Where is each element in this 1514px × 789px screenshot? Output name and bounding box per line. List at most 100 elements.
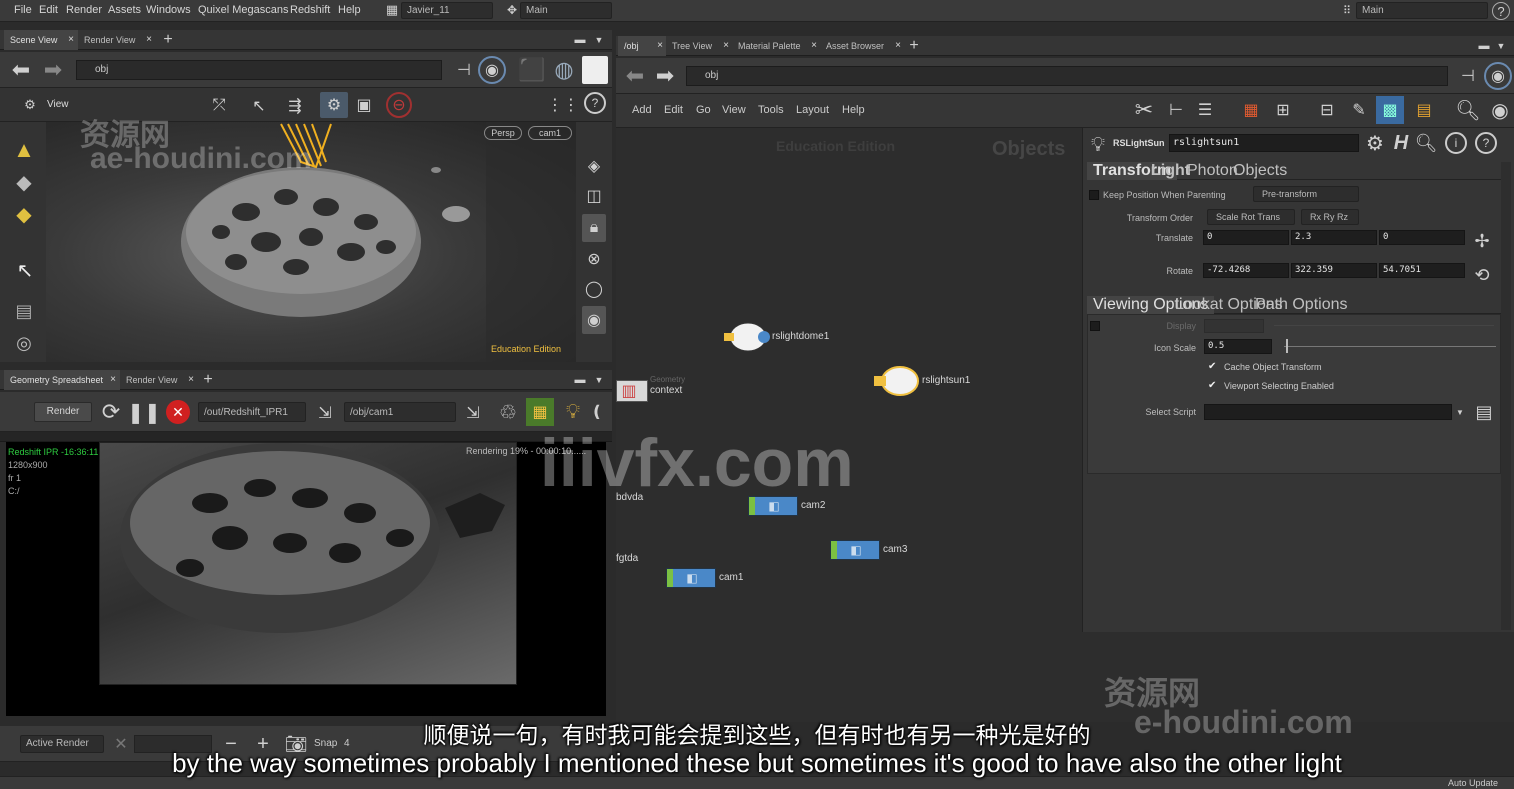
- pointer-icon[interactable]: ↖: [12, 256, 38, 284]
- transform-tool-icon[interactable]: ⇶: [282, 94, 308, 118]
- back-arrow-icon[interactable]: ⬅: [622, 63, 648, 88]
- pane-layout-icon[interactable]: ▬: [572, 372, 588, 388]
- back-arrow-icon[interactable]: ⬅: [8, 57, 34, 82]
- tab-scene-view[interactable]: Scene View ×: [4, 30, 78, 50]
- camera-path-dropdown[interactable]: /obj/cam1: [344, 402, 456, 422]
- close-icon[interactable]: ×: [723, 36, 729, 56]
- net-menu-layout[interactable]: Layout: [796, 104, 829, 116]
- close-icon[interactable]: ×: [68, 30, 74, 50]
- add-tab-icon[interactable]: +: [906, 37, 922, 55]
- gear-icon[interactable]: ⚙: [1363, 130, 1387, 156]
- net-menu-tools[interactable]: Tools: [758, 104, 784, 116]
- translate-y-field[interactable]: 2.3: [1291, 230, 1377, 245]
- tab-geometry-spreadsheet[interactable]: Geometry Spreadsheet ×: [4, 370, 120, 390]
- scene-path-field[interactable]: obj: [76, 60, 442, 80]
- tab-render-view-2[interactable]: Render View ×: [120, 370, 198, 390]
- grid-view-icon[interactable]: ⊞: [1270, 96, 1296, 124]
- net-menu-add[interactable]: Add: [632, 104, 652, 116]
- tab-asset-browser[interactable]: Asset Browser ×: [820, 36, 904, 56]
- persp-menu[interactable]: Persp: [484, 126, 522, 140]
- main-dropdown[interactable]: Main: [520, 2, 612, 19]
- display-field[interactable]: [1204, 319, 1264, 333]
- check-icon[interactable]: ✔: [1208, 380, 1216, 391]
- display-slider-track[interactable]: [1274, 325, 1494, 326]
- close-icon[interactable]: ×: [811, 36, 817, 56]
- close-icon[interactable]: ×: [895, 36, 901, 56]
- ghost-icon[interactable]: ◫: [582, 184, 606, 208]
- tab-objects[interactable]: Objects: [1227, 162, 1293, 180]
- rop-path-dropdown[interactable]: /out/Redshift_IPR1: [198, 402, 306, 422]
- pane-layout-icon[interactable]: ▬: [1476, 38, 1492, 54]
- eye-icon[interactable]: ◉: [1486, 96, 1514, 124]
- close-icon[interactable]: ×: [146, 30, 152, 50]
- node-cam1[interactable]: ◧: [666, 568, 716, 588]
- menu-redshift[interactable]: Redshift: [290, 4, 330, 16]
- close-icon[interactable]: ×: [110, 370, 116, 390]
- pick-icon[interactable]: ⇲: [460, 400, 486, 426]
- help-icon[interactable]: ?: [584, 92, 606, 114]
- image-icon[interactable]: ▩: [1376, 96, 1404, 124]
- check-icon[interactable]: ✔: [1208, 361, 1216, 372]
- net-menu-edit[interactable]: Edit: [664, 104, 683, 116]
- layers-icon[interactable]: ▤: [10, 298, 38, 324]
- pin-icon[interactable]: ⊣: [1456, 64, 1480, 88]
- chevron-down-icon[interactable]: ▼: [1454, 404, 1466, 420]
- camera-menu[interactable]: cam1: [528, 126, 572, 140]
- forward-arrow-icon[interactable]: ➡: [652, 63, 678, 88]
- icon-scale-slider-handle[interactable]: [1286, 339, 1288, 353]
- node-rslightsun1[interactable]: [874, 364, 920, 398]
- node-context[interactable]: ▥: [616, 380, 648, 402]
- menu-render[interactable]: Render: [66, 4, 102, 16]
- menu-windows[interactable]: Windows: [146, 4, 191, 16]
- radial-icon[interactable]: ◉: [1484, 62, 1512, 90]
- translate-z-field[interactable]: 0: [1379, 230, 1465, 245]
- menu-help[interactable]: Help: [338, 4, 361, 16]
- snap-grid-icon[interactable]: ⋮⋮: [547, 94, 579, 116]
- menu-file[interactable]: File: [14, 4, 32, 16]
- headlight-icon[interactable]: ◉: [582, 306, 606, 334]
- more-icon[interactable]: ❪: [590, 398, 604, 426]
- display-icon[interactable]: ▣: [352, 94, 376, 116]
- close-icon[interactable]: ×: [188, 370, 194, 390]
- rotate-y-field[interactable]: 322.359: [1291, 263, 1377, 278]
- pin-icon[interactable]: ⊣: [452, 58, 476, 82]
- menu-assets[interactable]: Assets: [108, 4, 141, 16]
- auto-update-label[interactable]: Auto Update: [1448, 778, 1498, 788]
- recycle-icon[interactable]: ♲: [494, 398, 522, 426]
- white-square-icon[interactable]: [582, 56, 608, 84]
- color-grid-icon[interactable]: ▦: [1238, 96, 1264, 124]
- rotate-handle-icon[interactable]: ⟲: [1467, 262, 1497, 288]
- param-scrollbar[interactable]: [1501, 162, 1511, 630]
- pause-icon[interactable]: ❚❚: [127, 398, 161, 426]
- render-button[interactable]: Render: [34, 402, 92, 422]
- file-chooser-icon[interactable]: ▤: [1472, 399, 1496, 425]
- net-menu-help[interactable]: Help: [842, 104, 865, 116]
- tab-tree-view[interactable]: Tree View ×: [666, 36, 732, 56]
- add-tab-icon[interactable]: +: [160, 31, 176, 49]
- move-tool-icon[interactable]: ↖: [246, 94, 272, 118]
- rotate-x-field[interactable]: -72.4268: [1203, 263, 1289, 278]
- refresh-icon[interactable]: ⟳: [98, 398, 124, 426]
- tree-icon[interactable]: ⊢: [1164, 96, 1188, 124]
- cube-icon[interactable]: ⬛: [518, 56, 546, 84]
- box-icon[interactable]: ▤: [1410, 96, 1438, 124]
- translate-x-field[interactable]: 0: [1203, 230, 1289, 245]
- pre-transform-dropdown[interactable]: Pre-transform: [1253, 186, 1359, 202]
- chevron-down-icon[interactable]: ▼: [592, 32, 606, 48]
- light-off-icon[interactable]: ⊗: [582, 246, 606, 272]
- light-bulb-icon[interactable]: 💡︎: [560, 398, 586, 426]
- rotate-order-dropdown[interactable]: Rx Ry Rz: [1301, 209, 1359, 225]
- subtab-path-options[interactable]: Path Options: [1249, 296, 1354, 314]
- icon-scale-field[interactable]: 0.5: [1204, 339, 1272, 354]
- net-menu-go[interactable]: Go: [696, 104, 711, 116]
- forward-arrow-icon[interactable]: ➡: [40, 57, 66, 82]
- menu-quixel[interactable]: Quixel Megascans: [198, 4, 289, 16]
- pane-layout-icon[interactable]: ▬: [572, 32, 588, 48]
- tools-icon[interactable]: ✂: [1130, 96, 1158, 124]
- network-path-field[interactable]: obj: [686, 66, 1448, 86]
- handle-tool-icon[interactable]: ⚙: [320, 92, 348, 118]
- bulb-icon[interactable]: ◯: [582, 276, 606, 302]
- help-icon[interactable]: ?: [1475, 132, 1497, 154]
- close-icon[interactable]: ×: [657, 36, 663, 56]
- layout-icon[interactable]: ⊟: [1314, 96, 1340, 124]
